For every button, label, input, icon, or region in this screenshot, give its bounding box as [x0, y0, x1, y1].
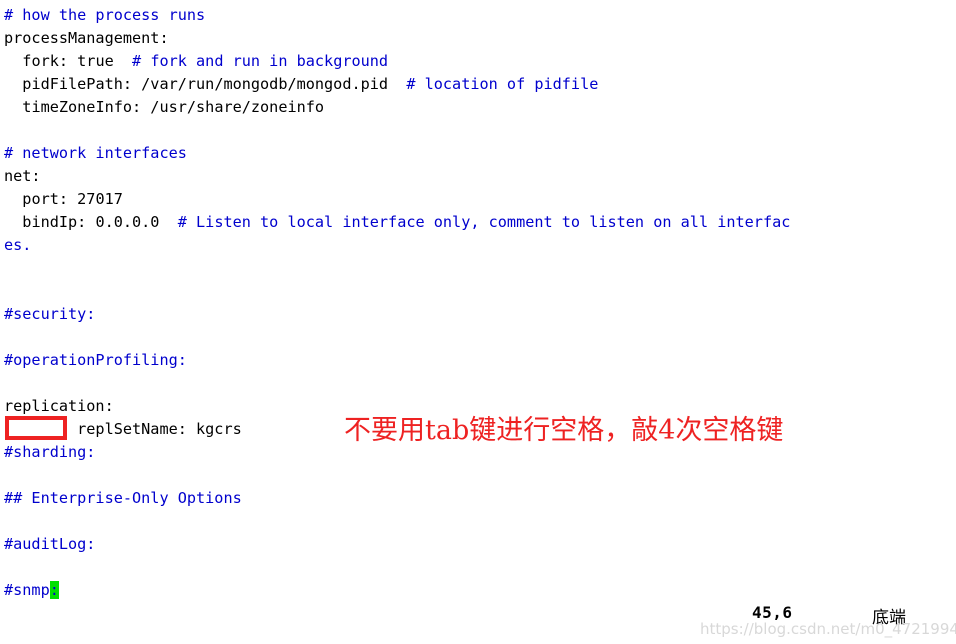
code-line: # network interfaces: [4, 142, 956, 165]
code-line: ## Enterprise-Only Options: [4, 487, 956, 510]
code-text: port: 27017: [22, 190, 123, 208]
code-comment: ## Enterprise-Only Options: [4, 489, 242, 507]
code-text: fork: true: [22, 52, 133, 70]
code-text: replication:: [4, 397, 114, 415]
code-text: bindIp: 0.0.0.0: [22, 213, 178, 231]
code-comment: #sharding:: [4, 443, 96, 461]
code-line: pidFilePath: /var/run/mongodb/mongod.pid…: [4, 73, 956, 96]
code-line: net:: [4, 165, 956, 188]
code-line: #security:: [4, 303, 956, 326]
code-text: net:: [4, 167, 41, 185]
code-text: processManagement:: [4, 29, 169, 47]
code-line: #snmp:: [4, 579, 956, 602]
code-comment: # network interfaces: [4, 144, 187, 162]
code-comment: # fork and run in background: [132, 52, 389, 70]
code-text: timeZoneInfo: /usr/share/zoneinfo: [22, 98, 325, 116]
code-comment: # location of pidfile: [406, 75, 599, 93]
code-line: es.: [4, 234, 956, 257]
code-line: port: 27017: [4, 188, 956, 211]
code-text: pidFilePath: /var/run/mongodb/mongod.pid: [22, 75, 407, 93]
code-comment: # how the process runs: [4, 6, 206, 24]
code-comment: #operationProfiling:: [4, 351, 187, 369]
code-line: fork: true # fork and run in background: [4, 50, 956, 73]
code-line: #auditLog:: [4, 533, 956, 556]
code-line: timeZoneInfo: /usr/share/zoneinfo: [4, 96, 956, 119]
code-comment: #security:: [4, 305, 96, 323]
annotation-text: 不要用tab键进行空格，敲4次空格键: [344, 415, 784, 446]
code-comment: #auditLog:: [4, 535, 96, 553]
vim-text-buffer[interactable]: # how the process runs processManagement:…: [0, 0, 956, 600]
code-comment: es.: [4, 236, 32, 254]
csdn-watermark: https://blog.csdn.net/m0_47219942: [700, 620, 956, 638]
indent-highlight-box: [5, 416, 67, 440]
code-line: #operationProfiling:: [4, 349, 956, 372]
code-comment: # Listen to local interface only, commen…: [177, 213, 791, 231]
code-comment: #snmp: [4, 581, 50, 599]
code-line: bindIp: 0.0.0.0 # Listen to local interf…: [4, 211, 956, 234]
code-line: # how the process runs: [4, 4, 956, 27]
text-cursor[interactable]: :: [49, 581, 59, 599]
code-line: processManagement:: [4, 27, 956, 50]
